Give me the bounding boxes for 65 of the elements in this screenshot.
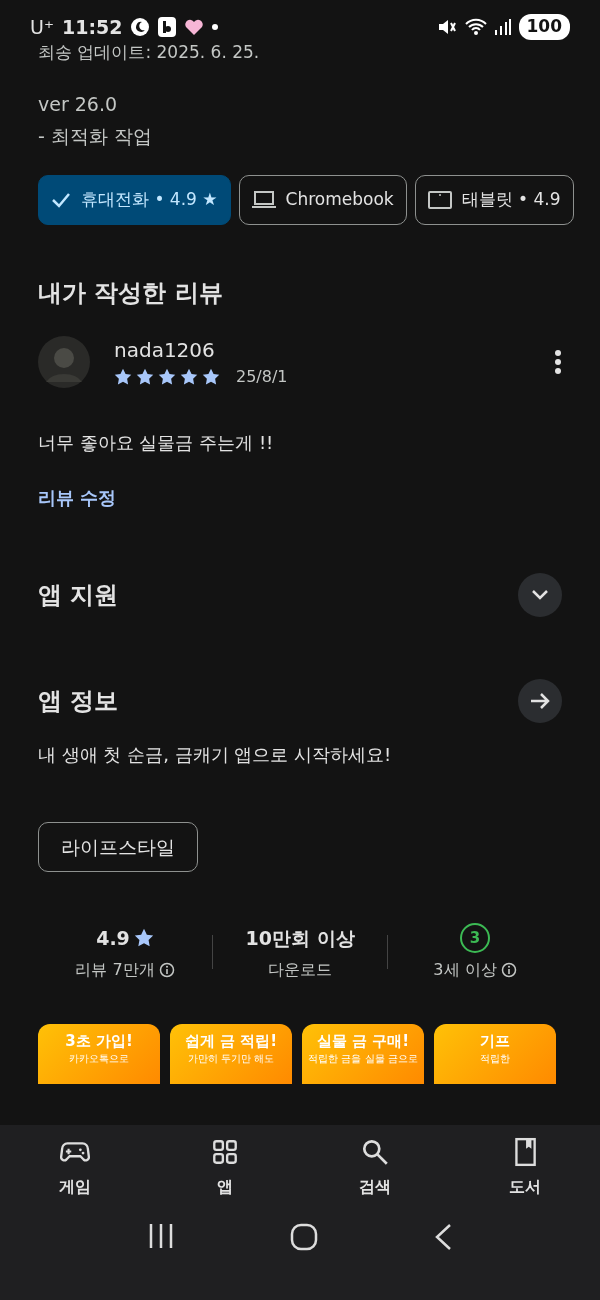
arrow-right-icon (529, 690, 551, 711)
more-options-icon[interactable] (554, 348, 562, 375)
stat-label: 리뷰 7만개 (75, 959, 155, 981)
screenshot-caption: 가만히 두기만 해도 (186, 1051, 276, 1065)
info-icon (500, 962, 517, 978)
chevron-down-icon (531, 588, 549, 601)
screenshot-caption: 카카오톡으로 (68, 1051, 130, 1065)
section-heading: 앱 지원 (38, 579, 119, 611)
release-note: - 최적화 작업 (38, 124, 153, 149)
stat-label: 3세 이상 (433, 959, 497, 981)
screenshot-title: 기프 (479, 1032, 511, 1052)
star-icon (133, 928, 154, 948)
update-date: 최송 업데이트: 2025. 6. 25. (38, 41, 261, 64)
battery-indicator: 100 (518, 14, 570, 40)
screenshot-caption: 적립한 (479, 1051, 511, 1065)
nav-label[interactable]: 도서 (509, 1175, 541, 1199)
review-date: 25/8/1 (236, 365, 288, 388)
edit-review-link[interactable]: 리뷰 수정 (38, 483, 117, 511)
info-icon (158, 962, 175, 978)
check-icon (51, 191, 71, 208)
moon-icon (130, 17, 151, 37)
star-icon (158, 367, 176, 386)
home-icon[interactable] (290, 1223, 318, 1251)
device-filter-chip[interactable]: 휴대전화 • 4.9 ★ (38, 174, 231, 225)
dot-icon (212, 24, 219, 30)
heart-icon (184, 18, 205, 36)
age-rating-badge: 3 (460, 923, 490, 953)
recent-apps-icon[interactable] (148, 1223, 174, 1249)
screenshot-title: 실물 금 구매! (315, 1032, 411, 1052)
b-app-icon (158, 17, 177, 37)
star-icon (180, 367, 198, 386)
open-button[interactable] (518, 678, 562, 723)
reviewer-name: nada1206 (114, 336, 216, 364)
search-icon[interactable] (360, 1137, 390, 1167)
screenshot-title: 3초 가입! (64, 1032, 134, 1052)
laptop-icon (251, 190, 276, 209)
review-text: 너무 좋아요 실물금 주는게 !! (38, 430, 275, 455)
clock: 11:52 (61, 14, 123, 40)
back-icon[interactable] (434, 1223, 452, 1251)
screenshot-title: 쉽게 금 적립! (183, 1032, 279, 1052)
category-chip[interactable]: 라이프스타일 (38, 821, 198, 872)
stat-label: 다운로드 (268, 959, 332, 981)
wifi-icon (464, 18, 487, 36)
nav-label[interactable]: 검색 (359, 1175, 391, 1199)
app-description: 내 생애 첫 순금, 금캐기 앱으로 시작하세요! (38, 742, 393, 767)
nav-label[interactable]: 게임 (59, 1175, 91, 1199)
device-filter-chip[interactable]: 태블릿 • 4.9 (414, 174, 574, 225)
mute-icon (436, 17, 457, 37)
grid-icon[interactable] (210, 1137, 240, 1167)
rating-value: 4.9 (96, 925, 130, 951)
version-text: ver 26.0 (38, 91, 119, 117)
tablet-icon (427, 190, 452, 209)
signal-icon (494, 19, 511, 35)
section-heading: 내가 작성한 리뷰 (38, 277, 224, 309)
avatar (38, 335, 90, 388)
star-icon (114, 367, 132, 386)
device-filter-chip[interactable]: Chromebook (238, 174, 407, 225)
expand-button[interactable] (518, 572, 562, 617)
download-count: 10만회 이상 (245, 925, 355, 951)
section-heading: 앱 정보 (38, 685, 119, 717)
star-icon (136, 367, 154, 386)
screenshot-caption: 적립한 금을 실물 금으로 (307, 1051, 419, 1065)
nav-label[interactable]: 앱 (217, 1175, 233, 1199)
star-icon (202, 367, 220, 386)
carrier-label: U⁺ (30, 14, 54, 40)
